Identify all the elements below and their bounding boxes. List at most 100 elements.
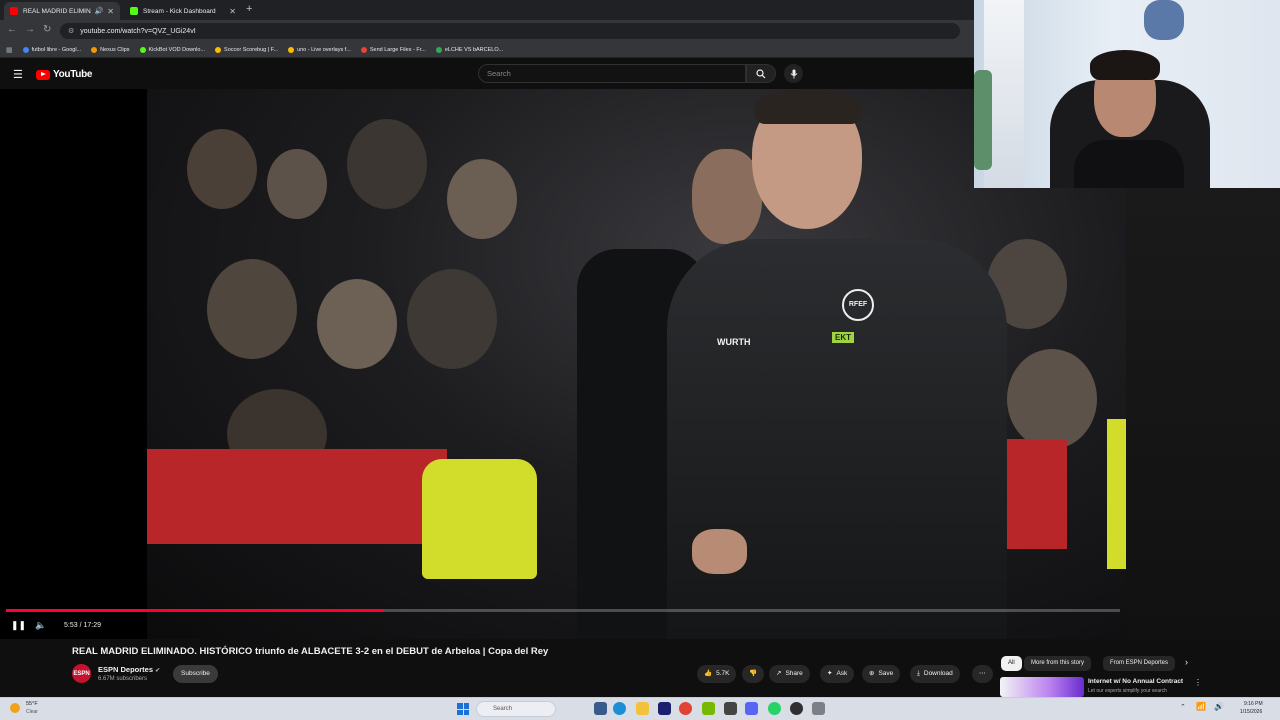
nvidia-icon[interactable] [702,702,715,715]
weather-sun-icon[interactable] [10,703,20,713]
ask-label: Ask [836,670,848,677]
chip-all[interactable]: All [1001,656,1022,671]
chip-more-from-story[interactable]: More from this story [1024,656,1092,671]
sparkle-icon: ✦ [827,670,833,677]
webcam-overlay [974,0,1280,188]
speaker-icon[interactable]: 🔊 [1214,702,1224,711]
url-text: youtube.com/watch?v=QVZ_UGi24vI [80,27,196,35]
tab-kick-dashboard[interactable]: Stream - Kick Dashboard ✕ [124,2,242,20]
chrome-icon[interactable] [679,702,692,715]
ask-button[interactable]: ✦ Ask [820,665,855,683]
wifi-icon[interactable]: 📶 [1196,702,1206,711]
bookmark-favicon-icon [435,46,442,53]
browser-tab-bar: REAL MADRID ELIMINADO. 🔊 ✕ Stream - Kick… [0,0,974,20]
tab-title: Stream - Kick Dashboard [143,7,216,15]
channel-name-text: ESPN Deportes [98,665,154,674]
bookmark-item[interactable]: eLCHE VS bARCELO... [435,46,503,53]
youtube-masthead: ☰ YouTube Search [0,59,974,89]
windows-start-icon[interactable] [457,703,469,715]
subscribe-button[interactable]: Subscribe [173,665,218,683]
bookmark-icon: ⊕ [869,670,875,677]
close-tab-icon[interactable]: ✕ [107,7,114,16]
obs-icon[interactable] [790,702,803,715]
channel-name[interactable]: ESPN Deportes ✔ [98,665,160,674]
clock-time[interactable]: 9:16 PM [1244,701,1263,707]
bookmark-item[interactable]: KickBot VOD Downlo... [139,46,205,53]
bookmark-favicon-icon [91,46,98,53]
share-button[interactable]: ↗ Share [769,665,810,683]
address-bar[interactable]: ⚙ youtube.com/watch?v=QVZ_UGi24vI [60,23,960,39]
progress-bar[interactable] [6,609,1120,612]
youtube-logo[interactable]: YouTube [36,69,93,80]
bookmark-favicon-icon [139,46,146,53]
forward-arrow-icon[interactable]: → [25,24,35,35]
clock-date[interactable]: 1/15/2026 [1240,709,1262,715]
chevron-right-icon[interactable]: › [1185,657,1188,667]
pause-icon[interactable]: ❚❚ [11,620,26,631]
menu-icon[interactable]: ☰ [13,68,23,81]
discord-icon[interactable] [745,702,758,715]
progress-bar-played [6,609,384,612]
capcut-icon[interactable] [724,702,737,715]
weather-description: Clear [26,709,38,715]
tab-title: REAL MADRID ELIMINADO. [23,7,91,15]
whatsapp-icon[interactable] [768,702,781,715]
taskbar-search[interactable]: Search [476,701,556,717]
volume-icon[interactable]: 🔈 [35,620,46,631]
youtube-play-logo-icon [36,69,50,80]
tray-chevron-icon[interactable]: ⌃ [1180,703,1186,711]
browser-toolbar: ← → ↻ ⚙ youtube.com/watch?v=QVZ_UGi24vI [0,20,974,42]
bookmark-item[interactable]: uno - Live overlays f... [288,46,351,53]
thumbs-down-icon: 👎 [749,670,758,677]
player-controls: ❚❚ 🔈 5:53 / 17:29 ㏄ ⚙ ▭ ⊡ ⤢ [0,616,1253,638]
file-explorer-icon[interactable] [636,702,649,715]
settings-icon[interactable] [812,702,825,715]
bookmark-favicon-icon [288,46,295,53]
time-display: 5:53 / 17:29 [64,622,101,629]
chip-from-channel[interactable]: From ESPN Deportes [1103,656,1175,671]
bookmarks-bar: ▦ futbol libre - Googl... Nexus Clips Ki… [0,42,974,58]
bookmark-item[interactable]: Send Large Files - Fr... [360,46,426,53]
channel-avatar[interactable]: ESPN [72,664,91,683]
back-arrow-icon[interactable]: ← [7,24,17,35]
weather-temperature[interactable]: 55°F [26,701,38,707]
windows-taskbar: 55°F Clear Search ⌃ 📶 🔊 9:16 PM 1/15/202… [0,697,1280,720]
video-player[interactable]: WURTH RFEF EKT ❚❚ 🔈 5:53 / 17:29 ㏄ ⚙ ▭ ⊡… [0,89,1253,639]
after-effects-icon[interactable] [658,702,671,715]
ad-thumbnail[interactable] [1000,677,1084,697]
download-label: Download [923,670,953,677]
reload-icon[interactable]: ↻ [43,24,51,35]
ad-title[interactable]: Internet w/ No Annual Contract [1088,678,1183,685]
search-input[interactable]: Search [478,64,746,83]
site-info-icon[interactable]: ⚙ [68,27,74,35]
download-button[interactable]: ⤓ Download [910,665,960,683]
search-icon [756,68,766,78]
save-button[interactable]: ⊕ Save [862,665,901,683]
voice-search-button[interactable] [784,64,803,83]
edge-browser-icon[interactable] [613,702,626,715]
bookmark-item[interactable]: Soccer Scorebug | F... [215,46,278,53]
more-actions-button[interactable]: ⋯ [972,665,993,683]
bookmark-item[interactable]: Nexus Clips [91,46,130,53]
save-label: Save [878,670,894,677]
taskbar-search-text: Search [493,706,513,712]
verified-check-icon: ✔ [155,668,161,674]
close-tab-icon[interactable]: ✕ [229,7,236,16]
download-arrow-icon: ⤓ [917,670,920,677]
theater-side-panel [1126,188,1280,639]
audio-icon[interactable]: 🔊 [95,7,104,15]
more-vertical-icon[interactable]: ⋮ [1194,678,1202,687]
new-tab-button[interactable]: + [246,3,252,15]
tab-youtube-video[interactable]: REAL MADRID ELIMINADO. 🔊 ✕ [4,2,120,20]
apps-grid-icon[interactable]: ▦ [6,46,13,54]
subscriber-count: 6.67M subscribers [98,676,148,682]
like-button[interactable]: 👍 5.7K [697,665,737,683]
microphone-icon [790,69,797,78]
search-button[interactable] [746,64,776,83]
rfef-badge: RFEF [842,289,874,321]
task-view-icon[interactable] [594,702,607,715]
youtube-wordmark: YouTube [53,69,93,80]
bookmark-item[interactable]: futbol libre - Googl... [22,46,81,53]
dislike-button[interactable]: 👎 [742,665,765,683]
like-count: 5.7K [716,670,730,677]
